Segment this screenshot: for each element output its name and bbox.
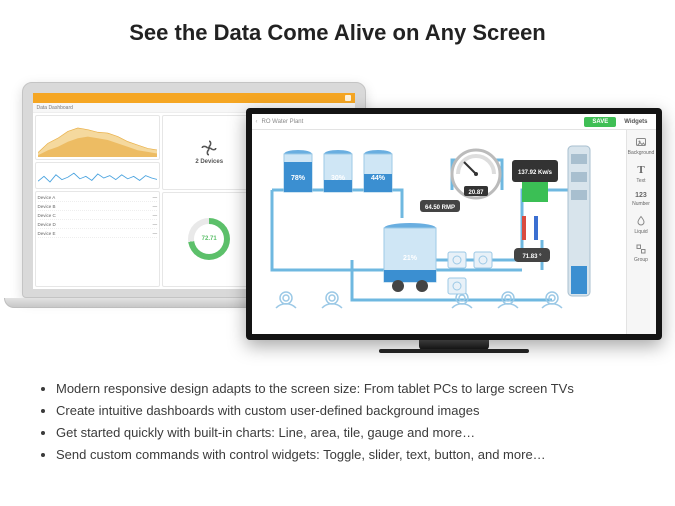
sidebar-item-group[interactable]: Group [634,243,648,263]
feature-bullets: Modern responsive design adapts to the s… [16,378,659,466]
svg-text:137.92 Kw/s: 137.92 Kw/s [517,170,552,176]
page-title: See the Data Come Alive on Any Screen [16,20,659,46]
breadcrumb: RO Water Plant [262,119,304,125]
ring-gauge-value: 72.71 [202,236,217,242]
sidebar-item-background[interactable]: Background [628,136,655,156]
widgets-panel-label: Widgets [620,119,651,125]
bigtank-value: 21% [402,255,417,262]
droplet-icon [635,215,647,227]
pressure-pill: 64.50 RMP [424,205,454,211]
membrane-column [568,146,590,296]
number-icon: 123 [635,192,647,199]
gauge-reading: 20.87 [468,190,484,196]
devices-count: 2 Devices [195,159,223,165]
laptop-app-header [33,93,355,103]
display-panel: 137.92 Kw/s [512,160,558,202]
chevron-left-icon[interactable]: ‹ [256,119,258,125]
scada-diagram: 78% 30% [252,130,626,334]
flow-arrows [524,216,536,240]
tv-mock: ‹ RO Water Plant SAVE Widgets Background… [246,108,662,353]
fan-icon [200,139,218,157]
image-icon [635,136,647,148]
list-item: Modern responsive design adapts to the s… [56,378,659,400]
hero-stage: Data Dashboard [18,60,658,370]
sparkline-card [35,162,161,189]
tank3-value: 44% [370,175,385,182]
profile-icon [345,95,351,101]
devices-card: 2 Devices [162,115,256,190]
tv-toolbar: ‹ RO Water Plant SAVE Widgets [252,114,656,130]
ring-gauge-card: 72.71 [162,192,256,287]
pressure-gauge: 20.87 [452,150,500,198]
tv-stand-foot [379,349,529,353]
sidebar-item-text[interactable]: T Text [636,164,645,184]
list-item: Create intuitive dashboards with custom … [56,400,659,422]
temp-value: 71.83 ° [522,254,542,260]
tv-screen: ‹ RO Water Plant SAVE Widgets Background… [252,114,656,334]
group-icon [635,243,647,255]
save-button[interactable]: SAVE [584,117,616,127]
list-item: Get started quickly with built-in charts… [56,422,659,444]
tv-bezel: ‹ RO Water Plant SAVE Widgets Background… [246,108,662,340]
list-item: Send custom commands with control widget… [56,444,659,466]
sidebar-item-number[interactable]: 123 Number [632,192,650,207]
text-icon: T [637,164,644,176]
tank1-value: 78% [290,175,305,182]
sidebar-item-liquid[interactable]: Liquid [634,215,647,235]
tank2-value: 30% [330,175,345,182]
tv-widgets-sidebar: Background T Text 123 Number Liquid [626,130,656,334]
table-card: Device A— Device B— Device C— Device D— … [35,191,161,287]
area-chart-card [35,115,161,160]
